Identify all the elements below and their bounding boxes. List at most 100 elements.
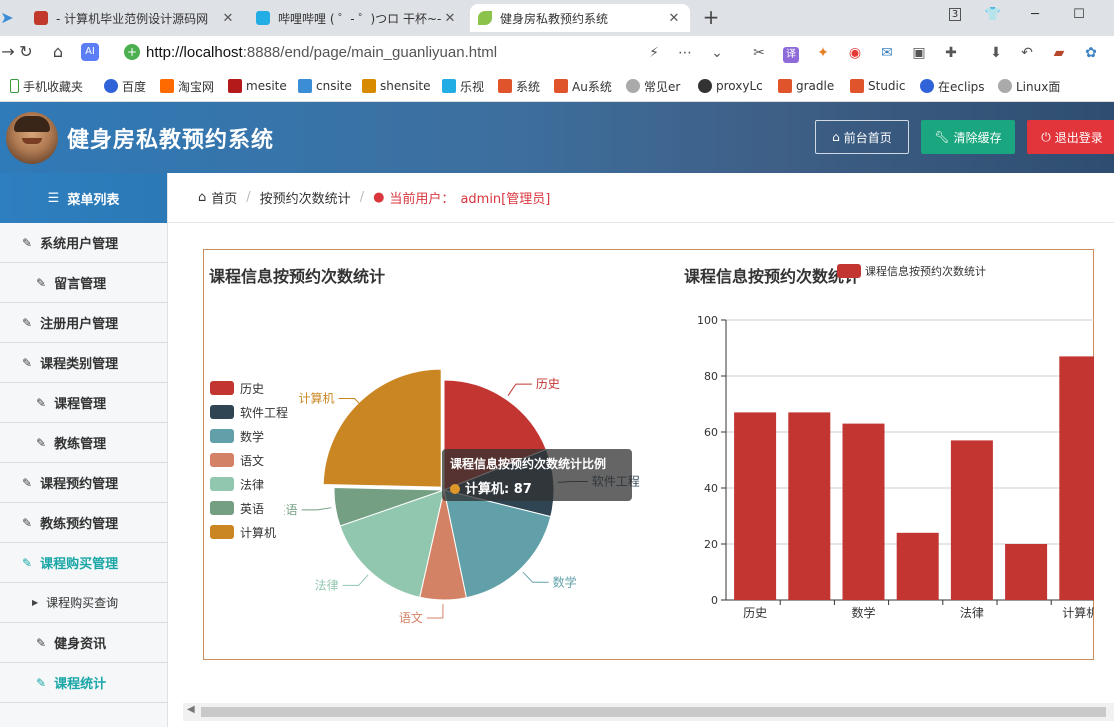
bar[interactable] [950, 440, 993, 600]
pie-chart-title: 课程信息按预约次数统计 [209, 267, 386, 286]
home-icon: ⌂ [198, 190, 207, 205]
extension-icon[interactable]: ✚ [940, 42, 962, 64]
legend-label: 法律 [240, 477, 265, 492]
home-icon[interactable]: ⌂ [46, 40, 70, 64]
sidebar-item-courses[interactable]: ✎ 课程管理 [0, 383, 167, 423]
edit-icon: ✎ [22, 315, 33, 330]
bar[interactable] [896, 532, 939, 600]
horizontal-scrollbar[interactable]: ◀ [183, 703, 1114, 721]
weibo-icon[interactable]: ◉ [844, 42, 866, 64]
bookmark-item[interactable]: Au系统 [554, 77, 612, 95]
scissors-icon[interactable]: ✂ [748, 42, 770, 64]
mail-icon[interactable]: ✉ [876, 42, 898, 64]
reload-icon[interactable]: ↻ [14, 40, 38, 64]
translate-icon[interactable]: 译 [783, 47, 799, 63]
sidebar-item-course-purchases[interactable]: ✎ 课程购买管理 [0, 543, 167, 583]
bar[interactable] [1059, 356, 1094, 600]
url-path: :8888/end/page/main_guanliyuan.html [242, 43, 498, 61]
pie-legend-item[interactable]: 软件工程 [210, 404, 288, 420]
bookmark-item[interactable]: proxyLc [698, 77, 763, 95]
sidebar-item-coaches[interactable]: ✎ 教练管理 [0, 423, 167, 463]
bookmark-item[interactable]: 淘宝网 [160, 77, 214, 95]
undo-icon[interactable]: ↶ [1016, 42, 1038, 64]
address-bar: → ↻ ⌂ AI + http://localhost:8888/end/pag… [0, 36, 1114, 68]
bookmark-item[interactable]: 在eclips [920, 77, 985, 95]
shirt-icon[interactable]: 👕 [978, 0, 1008, 30]
bar[interactable] [734, 412, 777, 600]
user-profile-icon[interactable]: ✿ [1080, 42, 1102, 64]
ai-icon[interactable]: AI [81, 43, 99, 61]
bar-chart[interactable]: 课程信息按预约次数统计 0 20 40 60 80 100 历史 数学 法律 计算机 [684, 260, 1094, 640]
browser-tab-1[interactable]: 哔哩哔哩 ( ゜- ゜)つロ 干杯~-b ✕ [248, 4, 466, 32]
bookmark-item[interactable]: Studic [850, 77, 905, 95]
sidebar-item-system-users[interactable]: ✎ 系统用户管理 [0, 223, 167, 263]
legend-label: 语文 [240, 453, 265, 468]
x-tick-label: 数学 [851, 605, 875, 620]
browser-tab-0[interactable]: - 计算机毕业范例设计源码网 ✕ [26, 4, 244, 32]
clear-cache-button[interactable]: 🔧︎ 清除缓存 [921, 120, 1015, 154]
edit-icon: ✎ [36, 435, 47, 450]
sidebar-item-registered-users[interactable]: ✎ 注册用户管理 [0, 303, 167, 343]
leaf-favicon-icon [478, 11, 492, 25]
tooltip-dot [450, 484, 460, 494]
bookmark-item[interactable]: 百度 [104, 77, 146, 95]
pie-legend-item[interactable]: 法律 [210, 476, 264, 492]
close-icon[interactable]: ✕ [666, 11, 682, 26]
bar-legend-swatch[interactable] [837, 264, 861, 278]
bar[interactable] [788, 412, 831, 600]
pie-label-line [426, 603, 444, 619]
bar[interactable] [1005, 544, 1048, 600]
wallet-icon[interactable]: ▰ [1048, 42, 1070, 64]
bar[interactable] [842, 423, 885, 600]
bookmark-item[interactable]: Linux面 [998, 77, 1060, 95]
bookmark-item[interactable]: mesite [228, 77, 287, 95]
scroll-left-icon[interactable]: ◀ [187, 704, 195, 715]
legend-swatch [210, 525, 234, 539]
tab-count-badge[interactable]: 3 [940, 0, 970, 30]
lightning-icon[interactable]: ⚡ [643, 42, 665, 64]
chevron-down-icon[interactable]: ⌄ [706, 42, 728, 64]
list-icon: ☰ [47, 190, 60, 206]
game-icon[interactable]: ✦ [812, 42, 834, 64]
legend-label: 英语 [240, 501, 265, 516]
scrollbar-thumb[interactable] [201, 707, 1106, 717]
phone-icon [10, 79, 19, 93]
sidebar-item-fitness-news[interactable]: ✎ 健身资讯 [0, 623, 167, 663]
tooltip-title: 课程信息按预约次数统计比例 [450, 457, 607, 471]
bookmark-item[interactable]: 系统 [498, 77, 540, 95]
breadcrumb-home[interactable]: 首页 [211, 188, 237, 207]
sidebar-item-coach-bookings[interactable]: ✎ 教练预约管理 [0, 503, 167, 543]
bookmark-item[interactable]: 常见er [626, 77, 680, 95]
sidebar-subitem-purchase-query[interactable]: ▶ 课程购买查询 [0, 583, 167, 623]
pie-legend-item[interactable]: 计算机 [210, 524, 276, 540]
bookmark-item[interactable]: 乐视 [442, 77, 484, 95]
download-icon[interactable]: ⬇ [985, 42, 1007, 64]
sidebar-item-messages[interactable]: ✎ 留言管理 [0, 263, 167, 303]
new-tab-button[interactable]: + [698, 4, 724, 30]
more-icon[interactable]: ⋯ [674, 42, 696, 64]
logout-button[interactable]: ⏻ 退出登录 [1027, 120, 1114, 154]
screen-icon[interactable]: ▣ [908, 42, 930, 64]
bookmark-item[interactable]: gradle [778, 77, 834, 95]
pie-slice[interactable] [322, 368, 442, 488]
bookmark-item[interactable]: cnsite [298, 77, 352, 95]
front-home-button[interactable]: ⌂ 前台首页 [815, 120, 909, 154]
bilibili-favicon-icon [256, 11, 270, 25]
current-user-value: admin[管理员] [460, 192, 551, 207]
close-icon[interactable]: ✕ [220, 11, 236, 26]
legend-swatch [210, 405, 234, 419]
pie-legend-item[interactable]: 历史 [210, 380, 264, 396]
sidebar-item-course-stats[interactable]: ✎ 课程统计 [0, 663, 167, 703]
close-icon[interactable]: ✕ [442, 11, 458, 26]
pie-legend-item[interactable]: 语文 [210, 452, 264, 468]
bookmark-item[interactable]: 手机收藏夹 [0, 77, 83, 95]
pie-legend-item[interactable]: 数学 [210, 428, 264, 444]
bookmark-item[interactable]: shensite [362, 77, 431, 95]
maximize-icon[interactable]: ☐ [1064, 0, 1094, 30]
sidebar-item-course-bookings[interactable]: ✎ 课程预约管理 [0, 463, 167, 503]
pie-legend-item[interactable]: 英语 [210, 500, 264, 516]
browser-tab-2[interactable]: 健身房私教预约系统 ✕ [470, 4, 690, 32]
minimize-icon[interactable]: ─ [1020, 0, 1050, 30]
tab-title: 健身房私教预约系统 [500, 11, 609, 26]
sidebar-item-course-categories[interactable]: ✎ 课程类别管理 [0, 343, 167, 383]
